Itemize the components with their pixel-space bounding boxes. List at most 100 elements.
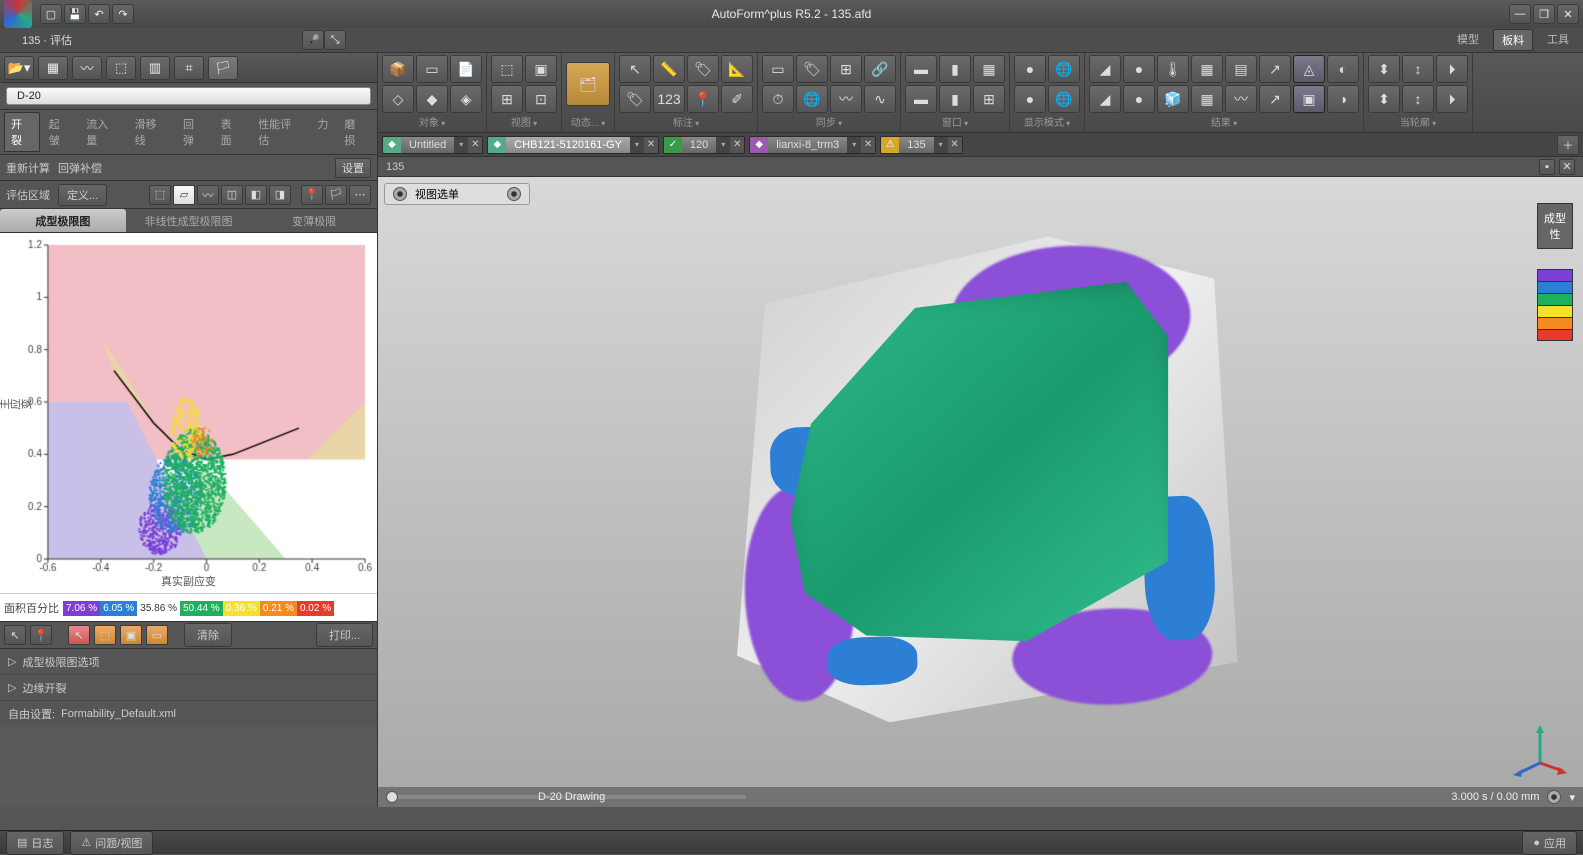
tab-drawin[interactable]: 流入量: [79, 112, 125, 152]
ribbon-btn[interactable]: 〰: [830, 85, 862, 113]
ribbon-btn[interactable]: ◢: [1089, 85, 1121, 113]
ribbon-group-label[interactable]: 视图: [491, 113, 557, 130]
maximize-button[interactable]: ❐: [1533, 4, 1555, 24]
axis-triad-icon[interactable]: [1513, 723, 1567, 777]
ribbon-btn[interactable]: 📄: [450, 55, 482, 83]
doc-tab[interactable]: ⚠135▾✕: [880, 136, 962, 154]
ribbon-btn[interactable]: 🗂: [566, 62, 610, 106]
ribbon-btn[interactable]: ▦: [973, 55, 1005, 83]
ribbon-btn[interactable]: 🌡: [1157, 55, 1189, 83]
ribbon-btn[interactable]: 〰: [1225, 85, 1257, 113]
tab-skid[interactable]: 滑移线: [128, 112, 174, 152]
ribbon-btn[interactable]: ⊞: [491, 85, 523, 113]
ribbon-btn[interactable]: 📍: [687, 85, 719, 113]
print-button[interactable]: 打印...: [316, 623, 373, 647]
ribbon-btn[interactable]: ⏵: [1436, 55, 1468, 83]
tab-wear[interactable]: 磨损: [337, 112, 373, 152]
ribbon-group-label[interactable]: 标注: [619, 113, 753, 130]
ribbon-btn[interactable]: ↕: [1402, 55, 1434, 83]
ribbon-btn[interactable]: ▬: [905, 55, 937, 83]
ribbon-btn[interactable]: ▦: [1191, 85, 1223, 113]
apply-button[interactable]: ● 应用: [1522, 831, 1577, 855]
ribbon-group-label[interactable]: 窗口: [905, 113, 1005, 130]
doc-tab-close-icon[interactable]: ✕: [468, 137, 482, 153]
ribbon-btn[interactable]: ✐: [721, 85, 753, 113]
ribbon-btn[interactable]: ▭: [762, 55, 794, 83]
define-button[interactable]: 定义...: [58, 184, 107, 206]
mic-icon[interactable]: 🎤: [302, 30, 324, 50]
tab-force[interactable]: 力: [310, 112, 335, 152]
tool-pick-icon[interactable]: ↖: [4, 625, 26, 645]
log-button[interactable]: ▤ 日志: [6, 831, 64, 855]
view-edge-icon[interactable]: ◫: [221, 185, 243, 205]
tab-wrinkle[interactable]: 起皱: [42, 112, 78, 152]
ribbon-btn[interactable]: ●: [1014, 55, 1046, 83]
view-more-icon[interactable]: ⋯: [349, 185, 371, 205]
view-cube-icon[interactable]: ⬚: [149, 185, 171, 205]
ribbon-btn[interactable]: ▤: [1225, 55, 1257, 83]
ribbon-btn[interactable]: 🌐: [796, 85, 828, 113]
ribbon-btn[interactable]: ◆: [416, 85, 448, 113]
view-flag-icon[interactable]: 🏳: [325, 185, 347, 205]
menu-tool[interactable]: 工具: [1539, 29, 1577, 51]
ribbon-btn[interactable]: 🌐: [1048, 85, 1080, 113]
collapse-arrow-icon[interactable]: ⤡: [324, 30, 346, 50]
ribbon-btn[interactable]: ▮: [939, 85, 971, 113]
doc-tab-close-icon[interactable]: ✕: [730, 137, 744, 153]
tab-surface[interactable]: 表面: [214, 112, 250, 152]
doc-tab-close-icon[interactable]: ✕: [948, 137, 962, 153]
ribbon-btn[interactable]: ⊡: [525, 85, 557, 113]
doc-tab[interactable]: ✓120▾✕: [663, 136, 745, 154]
chart-tab-thinning[interactable]: 变薄极限: [251, 209, 377, 232]
view-tool2-icon[interactable]: ◨: [269, 185, 291, 205]
ribbon-group-label[interactable]: 当轮廓: [1368, 113, 1468, 130]
qat-redo-icon[interactable]: ↷: [112, 4, 134, 24]
menu-sheet[interactable]: 板料: [1493, 29, 1533, 51]
ribbon-btn[interactable]: ◐: [1327, 55, 1359, 83]
ribbon-btn[interactable]: ◇: [382, 85, 414, 113]
doc-tab-dropdown-icon[interactable]: ▾: [630, 137, 644, 153]
tb1-btn-6[interactable]: 🏳: [208, 56, 238, 80]
ribbon-group-label[interactable]: 对象: [382, 113, 482, 130]
ribbon-btn[interactable]: ◢: [1089, 55, 1121, 83]
ribbon-btn[interactable]: ▮: [939, 55, 971, 83]
tool-box-icon[interactable]: ▣: [120, 625, 142, 645]
ribbon-btn[interactable]: 123: [653, 85, 685, 113]
ribbon-btn[interactable]: 📐: [721, 55, 753, 83]
qat-new-icon[interactable]: ▢: [40, 4, 62, 24]
ribbon-group-label[interactable]: 动态...: [566, 113, 610, 130]
clear-button[interactable]: 清除: [184, 623, 232, 647]
view-sheet-icon[interactable]: ▱: [173, 185, 195, 205]
ribbon-btn[interactable]: 📏: [653, 55, 685, 83]
tab-perf[interactable]: 性能评估: [251, 112, 308, 152]
ribbon-btn[interactable]: ⬍: [1368, 85, 1400, 113]
app-logo-icon[interactable]: [4, 0, 32, 28]
ribbon-btn[interactable]: ↖: [619, 55, 651, 83]
ribbon-btn[interactable]: ●: [1123, 55, 1155, 83]
ribbon-btn[interactable]: ⊞: [973, 85, 1005, 113]
menu-model[interactable]: 模型: [1449, 29, 1487, 51]
tb1-btn-0[interactable]: 📂▾: [4, 56, 34, 80]
tb1-btn-2[interactable]: 〰: [72, 56, 102, 80]
ribbon-btn[interactable]: 🧊: [1157, 85, 1189, 113]
springback-comp-label[interactable]: 回弹补偿: [58, 160, 102, 176]
ribbon-group-label[interactable]: 同步: [762, 113, 896, 130]
issues-button[interactable]: ⚠ 问题/视图: [70, 831, 153, 855]
ribbon-btn[interactable]: ●: [1123, 85, 1155, 113]
ribbon-btn[interactable]: ●: [1014, 85, 1046, 113]
chevron-down-icon[interactable]: ▾: [1569, 791, 1575, 804]
tab-springback[interactable]: 回弹: [176, 112, 212, 152]
ribbon-btn[interactable]: 🌐: [1048, 55, 1080, 83]
doc-tab-dropdown-icon[interactable]: ▾: [716, 137, 730, 153]
settings-button[interactable]: 设置: [335, 158, 371, 178]
doc-tab[interactable]: ◆lianxi-8_trm3▾✕: [749, 136, 876, 154]
doc-tab[interactable]: ◆CHB121-5120161-GY▾✕: [487, 136, 659, 154]
ribbon-btn[interactable]: ◑: [1327, 85, 1359, 113]
tool-orange-icon[interactable]: ⬚: [94, 625, 116, 645]
tool-pin-icon[interactable]: 📍: [30, 625, 52, 645]
ribbon-btn[interactable]: 🏷: [796, 55, 828, 83]
ribbon-btn[interactable]: ▭: [416, 55, 448, 83]
view-tool1-icon[interactable]: ◧: [245, 185, 267, 205]
close-button[interactable]: ✕: [1557, 4, 1579, 24]
panel-close-icon[interactable]: ✕: [1559, 159, 1575, 175]
